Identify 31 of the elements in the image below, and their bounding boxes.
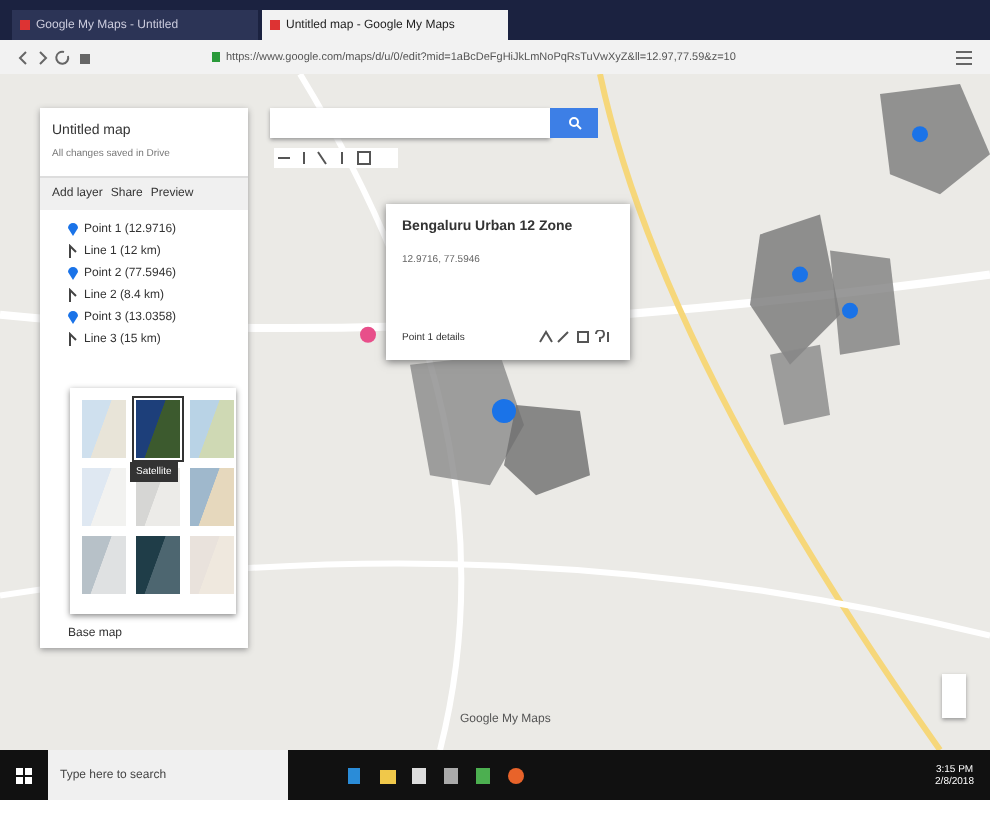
map-marker[interactable] bbox=[842, 302, 858, 319]
base-map-thumbnail[interactable] bbox=[134, 534, 182, 596]
base-map-thumbnail[interactable] bbox=[188, 466, 236, 528]
map-marker[interactable] bbox=[912, 126, 928, 143]
base-map-thumbnail[interactable] bbox=[80, 398, 128, 460]
pin-icon bbox=[68, 222, 78, 236]
edit-tools-icon[interactable] bbox=[538, 330, 614, 344]
base-map-thumbnail[interactable] bbox=[188, 534, 236, 596]
base-map-thumbnail[interactable] bbox=[188, 398, 236, 460]
search-icon bbox=[567, 116, 581, 130]
pin-icon bbox=[68, 266, 78, 280]
navigation-icon[interactable] bbox=[16, 49, 96, 65]
pin-icon bbox=[68, 310, 78, 324]
map-marker[interactable] bbox=[360, 326, 376, 343]
map-toolbar-icon[interactable] bbox=[274, 148, 398, 168]
map-area[interactable] bbox=[504, 405, 590, 496]
map-area[interactable] bbox=[880, 84, 990, 195]
map-area[interactable] bbox=[770, 344, 830, 426]
search-button[interactable] bbox=[550, 108, 598, 138]
map-marker[interactable] bbox=[792, 266, 808, 283]
route-icon bbox=[68, 332, 78, 346]
base-map-thumbnail[interactable] bbox=[80, 466, 128, 528]
map-area[interactable] bbox=[830, 250, 900, 355]
route-icon bbox=[68, 288, 78, 302]
route-icon bbox=[68, 244, 78, 258]
windows-icon[interactable] bbox=[16, 767, 32, 783]
search-field[interactable] bbox=[270, 108, 550, 138]
base-map-thumbnail[interactable] bbox=[134, 398, 182, 460]
base-map-thumbnail[interactable] bbox=[80, 534, 128, 596]
menu-icon[interactable] bbox=[954, 49, 974, 65]
map-marker[interactable] bbox=[492, 398, 516, 424]
